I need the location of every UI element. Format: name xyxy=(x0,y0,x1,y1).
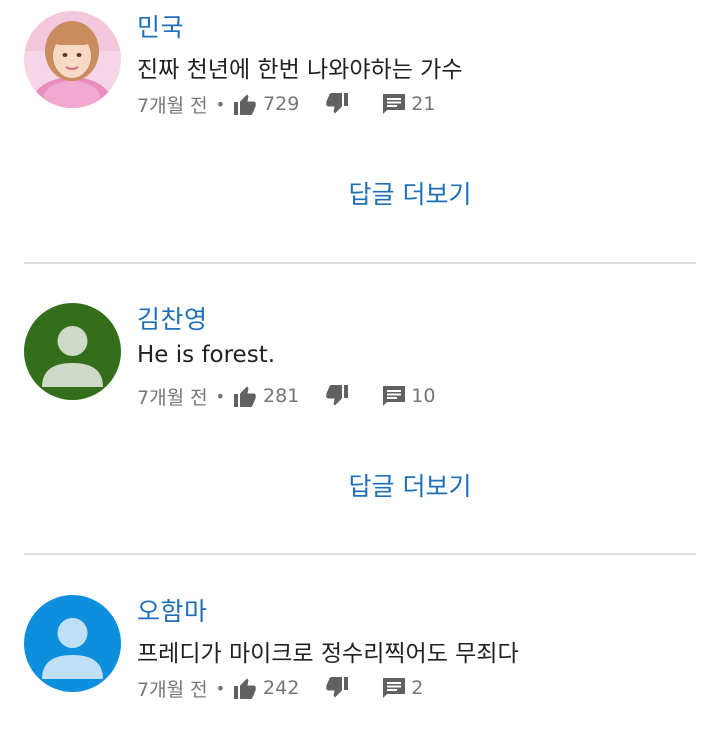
separator-dot: • xyxy=(215,94,226,114)
avatar-photo xyxy=(24,11,121,108)
comment-meta: 7개월 전 • 242 2 xyxy=(137,673,423,703)
divider xyxy=(24,262,696,264)
like-count: 281 xyxy=(263,385,300,407)
comment-author[interactable]: 민국 xyxy=(137,8,184,44)
like-button[interactable]: 281 xyxy=(233,385,299,407)
default-avatar-icon xyxy=(24,303,121,400)
thumb-down-icon[interactable] xyxy=(325,677,349,699)
thumb-up-icon[interactable] xyxy=(233,385,257,407)
reply-button[interactable]: 2 xyxy=(383,677,423,699)
more-replies-button[interactable]: 답글 더보기 xyxy=(300,175,520,211)
comment-icon[interactable] xyxy=(383,678,406,698)
default-avatar-icon xyxy=(24,595,121,692)
like-button[interactable]: 729 xyxy=(233,93,299,115)
reply-count: 10 xyxy=(411,385,436,407)
reply-button[interactable]: 21 xyxy=(383,93,435,115)
avatar[interactable] xyxy=(24,303,121,400)
comment-icon[interactable] xyxy=(383,386,406,406)
comment-author[interactable]: 오함마 xyxy=(137,592,208,628)
avatar[interactable] xyxy=(24,595,121,692)
comment-time: 7개월 전 xyxy=(137,678,208,701)
thumb-up-icon[interactable] xyxy=(233,677,257,699)
thumb-down-icon[interactable] xyxy=(325,385,349,407)
reply-count: 2 xyxy=(411,677,424,699)
avatar[interactable] xyxy=(24,11,121,108)
thumb-up-icon[interactable] xyxy=(233,93,257,115)
thumb-down-icon[interactable] xyxy=(325,93,349,115)
comment-time: 7개월 전 xyxy=(137,94,208,117)
reply-count: 21 xyxy=(411,93,436,115)
comment-text: He is forest. xyxy=(137,342,276,368)
comment-time: 7개월 전 xyxy=(137,386,208,409)
like-count: 242 xyxy=(263,677,300,699)
comment-meta: 7개월 전 • 281 10 xyxy=(137,381,435,411)
comment-text: 진짜 천년에 한번 나와야하는 가수 xyxy=(137,57,463,83)
comment-author[interactable]: 김찬영 xyxy=(137,300,208,336)
like-count: 729 xyxy=(263,93,300,115)
comment-meta: 7개월 전 • 729 21 xyxy=(137,89,435,119)
comment-icon[interactable] xyxy=(383,94,406,114)
more-replies-button[interactable]: 답글 더보기 xyxy=(300,467,520,503)
separator-dot: • xyxy=(215,678,226,698)
like-button[interactable]: 242 xyxy=(233,677,299,699)
separator-dot: • xyxy=(215,386,226,406)
divider xyxy=(24,553,696,555)
comment-text: 프레디가 마이크로 정수리찍어도 무죄다 xyxy=(137,641,519,667)
reply-button[interactable]: 10 xyxy=(383,385,435,407)
